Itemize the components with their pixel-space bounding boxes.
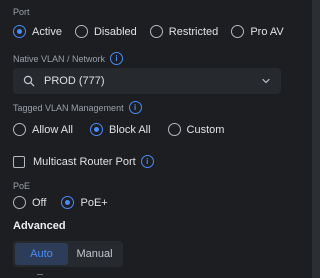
tagged-option-custom[interactable]: Custom <box>167 123 225 136</box>
radio-unchecked-icon[interactable] <box>149 25 163 38</box>
advanced-heading: Advanced <box>13 220 66 232</box>
clipped-next-field <box>37 274 43 278</box>
radio-checked-icon[interactable] <box>61 196 75 209</box>
native-vlan-label-text: Native VLAN / Network <box>13 53 106 64</box>
tagged-option-label: Allow All <box>32 123 73 136</box>
poe-option-label: PoE+ <box>80 196 108 209</box>
tagged-vlan-label: Tagged VLAN Management i <box>13 101 142 114</box>
poe-option-poe-plus[interactable]: PoE+ <box>61 196 108 209</box>
radio-unchecked-icon[interactable] <box>13 123 26 136</box>
tagged-vlan-radio-group: Allow All Block All Custom <box>13 123 224 136</box>
port-option-restricted[interactable]: Restricted <box>149 25 219 38</box>
port-radio-group: Active Disabled Restricted Pro AV <box>13 25 284 38</box>
tagged-option-block-all[interactable]: Block All <box>89 123 151 136</box>
port-option-disabled[interactable]: Disabled <box>74 25 137 38</box>
port-option-pro-av[interactable]: Pro AV <box>231 25 284 38</box>
tagged-option-label: Custom <box>186 123 225 136</box>
tagged-option-label: Block All <box>108 123 151 136</box>
poe-option-label: Off <box>32 196 47 209</box>
native-vlan-label: Native VLAN / Network i <box>13 52 124 65</box>
radio-unchecked-icon[interactable] <box>167 123 181 136</box>
port-label-text: Port <box>13 7 30 17</box>
info-icon[interactable]: i <box>128 101 142 114</box>
multicast-row: Multicast Router Port i <box>13 155 154 168</box>
poe-label-text: PoE <box>13 181 31 191</box>
native-vlan-select[interactable]: PROD (777) <box>13 68 281 94</box>
search-icon <box>23 75 35 87</box>
info-icon[interactable]: i <box>140 155 154 168</box>
radio-unchecked-icon[interactable] <box>13 196 26 209</box>
tagged-option-allow-all[interactable]: Allow All <box>13 123 73 136</box>
radio-unchecked-icon[interactable] <box>74 25 88 38</box>
info-icon[interactable]: i <box>110 52 124 65</box>
multicast-checkbox[interactable] <box>13 155 25 168</box>
scrollbar[interactable] <box>312 0 320 278</box>
chevron-down-icon <box>262 78 270 84</box>
radio-checked-icon[interactable] <box>13 25 26 38</box>
tagged-vlan-label-text: Tagged VLAN Management <box>13 102 124 113</box>
radio-checked-icon[interactable] <box>89 123 103 136</box>
native-vlan-value: PROD (777) <box>44 75 105 87</box>
port-option-active[interactable]: Active <box>13 25 62 38</box>
multicast-label: Multicast Router Port <box>33 155 136 168</box>
port-option-label: Active <box>32 25 62 38</box>
port-option-label: Pro AV <box>250 25 284 38</box>
advanced-manual-button[interactable]: Manual <box>68 243 121 265</box>
port-settings-panel: Port Active Disabled Restricted Pro AV N… <box>0 0 304 278</box>
poe-label: PoE <box>13 181 30 191</box>
poe-option-off[interactable]: Off <box>13 196 46 209</box>
radio-unchecked-icon[interactable] <box>231 25 245 38</box>
port-option-label: Disabled <box>93 25 137 38</box>
poe-radio-group: Off PoE+ <box>13 196 108 209</box>
advanced-segmented-control: Auto Manual <box>13 241 123 267</box>
port-option-label: Restricted <box>168 25 219 38</box>
advanced-auto-button[interactable]: Auto <box>15 243 68 265</box>
port-label: Port <box>13 7 30 17</box>
